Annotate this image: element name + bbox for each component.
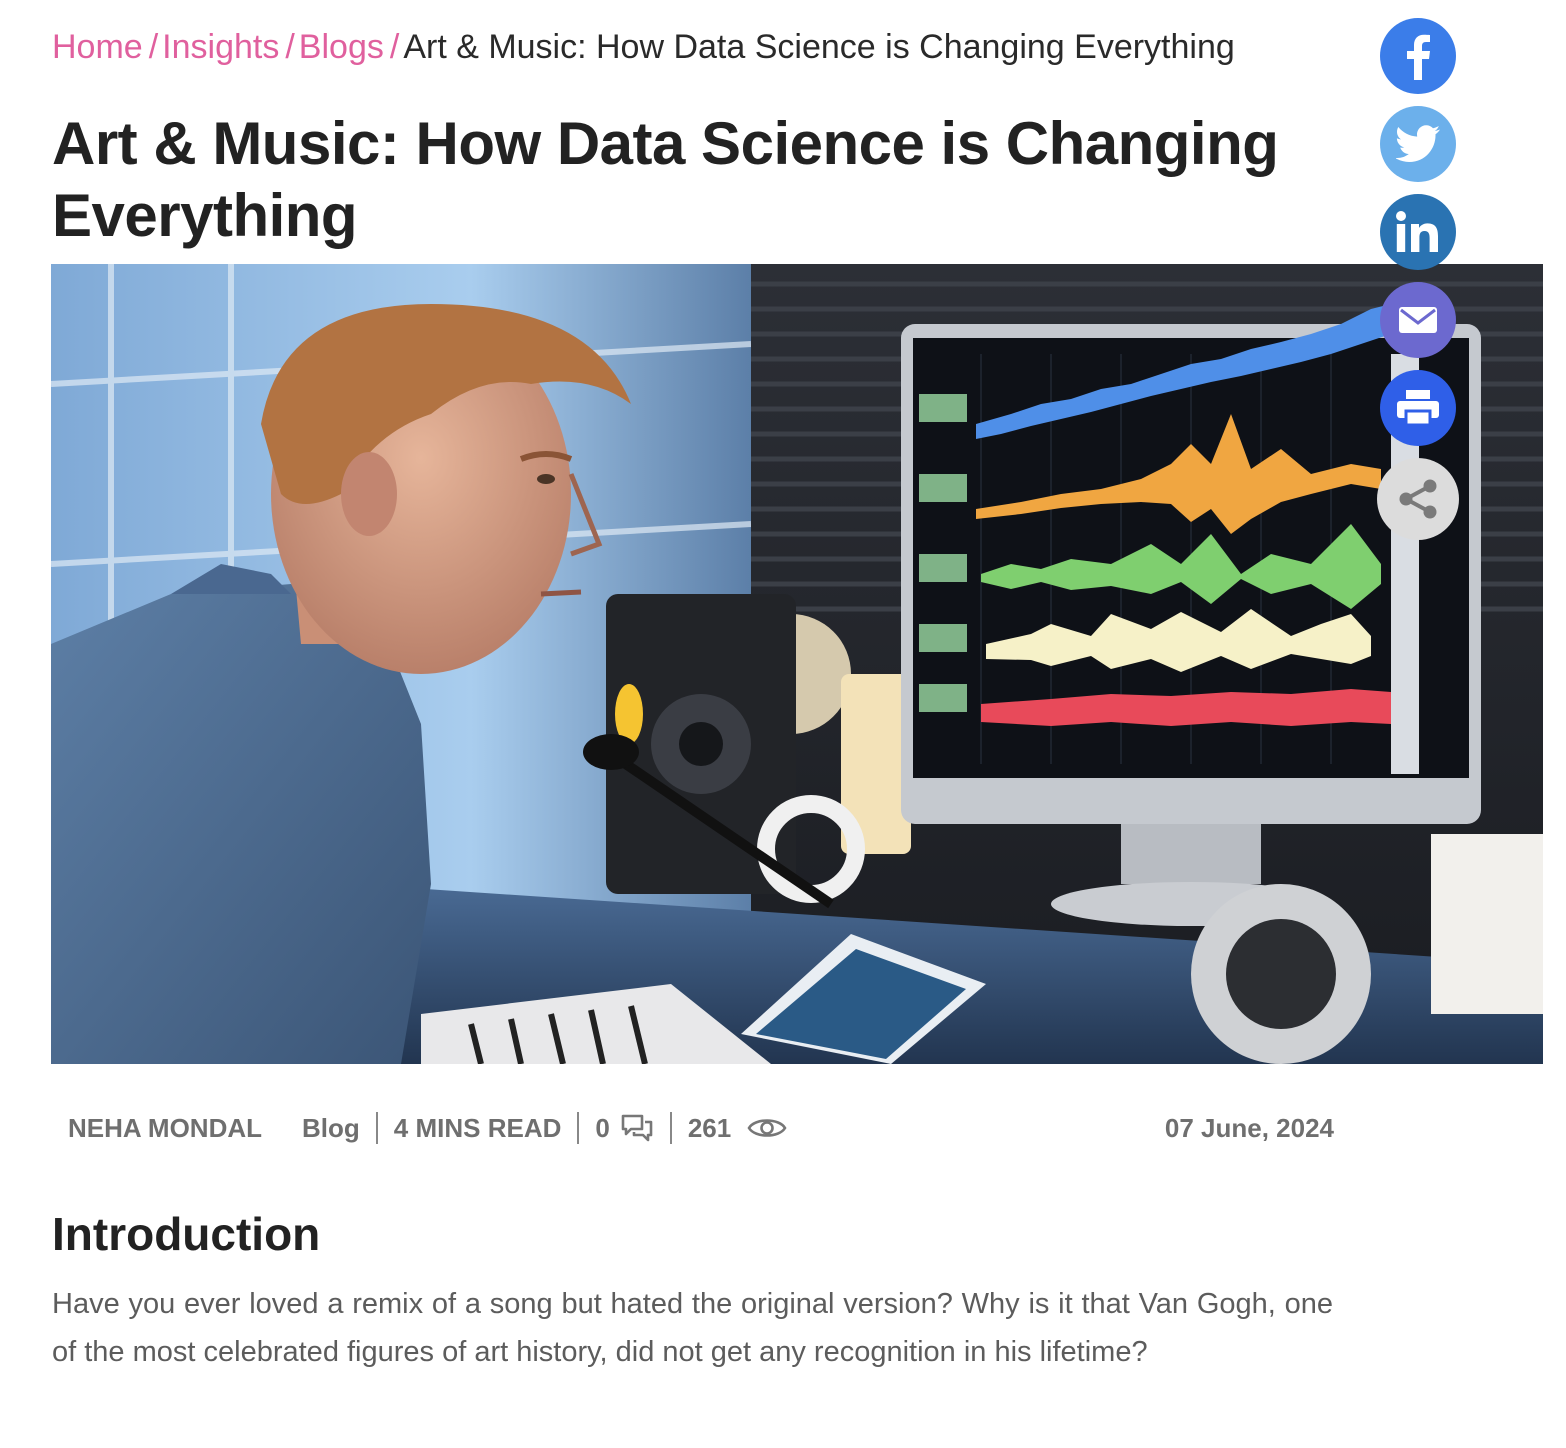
email-share-button[interactable] xyxy=(1380,282,1456,358)
linkedin-share-button[interactable] xyxy=(1380,194,1456,270)
linkedin-icon xyxy=(1396,211,1438,252)
meta-divider xyxy=(375,1112,378,1144)
view-count-value: 261 xyxy=(687,1112,732,1143)
breadcrumb-home-link[interactable]: Home xyxy=(52,28,143,66)
breadcrumb-current-page: Art & Music: How Data Science is Changin… xyxy=(403,28,1235,66)
mail-icon xyxy=(1399,307,1437,333)
article-meta: NEHA MONDAL Blog 4 MINS READ 0 261 07 Ju… xyxy=(52,1108,1334,1148)
meta-divider xyxy=(669,1112,672,1144)
twitter-icon xyxy=(1396,125,1440,162)
section-heading-introduction: Introduction xyxy=(52,1208,321,1260)
view-count: 261 xyxy=(688,1113,787,1144)
comments-icon xyxy=(621,1114,653,1142)
facebook-share-button[interactable] xyxy=(1380,18,1456,94)
printer-icon xyxy=(1397,390,1439,427)
comment-count-value: 0 xyxy=(595,1112,610,1143)
breadcrumb-separator: / xyxy=(389,28,400,66)
eye-icon xyxy=(747,1119,787,1137)
breadcrumb-blogs-link[interactable]: Blogs xyxy=(299,28,384,66)
intro-paragraph: Have you ever loved a remix of a song bu… xyxy=(52,1288,1333,1368)
author-name[interactable]: NEHA MONDAL xyxy=(52,1113,262,1144)
meta-divider xyxy=(577,1112,580,1144)
social-share-bar xyxy=(1377,18,1460,552)
comment-count[interactable]: 0 xyxy=(595,1113,653,1144)
read-time: 4 MINS READ xyxy=(393,1112,562,1143)
breadcrumb-insights-link[interactable]: Insights xyxy=(162,28,279,66)
music-producer-photo xyxy=(51,264,1543,1064)
share-button[interactable] xyxy=(1377,458,1459,540)
facebook-icon xyxy=(1407,34,1430,80)
hero-image xyxy=(51,264,1543,1064)
breadcrumb-separator: / xyxy=(285,28,295,66)
print-button[interactable] xyxy=(1380,370,1456,446)
share-icon xyxy=(1399,479,1437,519)
twitter-share-button[interactable] xyxy=(1380,106,1456,182)
breadcrumb: Home / Insights / Blogs / Art & Music: How Dat… xyxy=(52,26,1235,68)
breadcrumb-separator: / xyxy=(148,28,159,66)
page-title: Art & Music: How Data Science is Changin… xyxy=(52,110,1279,249)
publish-date: 07 June, 2024 xyxy=(1164,1112,1334,1143)
category-label[interactable]: Blog xyxy=(302,1113,360,1144)
